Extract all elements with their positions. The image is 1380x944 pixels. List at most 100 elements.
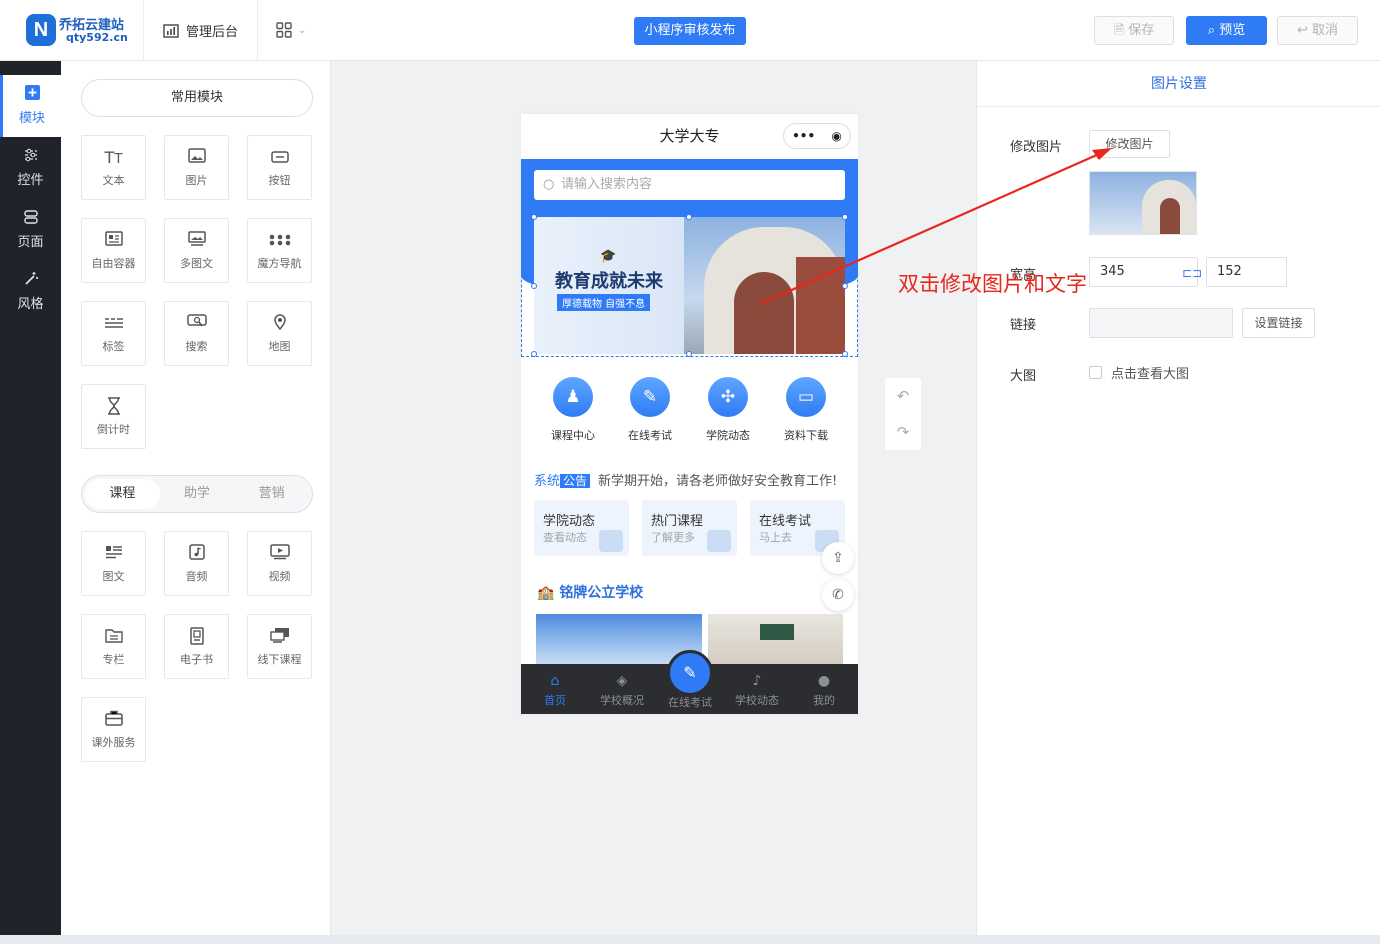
phone-call-button[interactable]: ✆ [822, 579, 854, 611]
module-label: 线下课程 [257, 653, 302, 666]
top-bar: N 乔拓云建站 qty592.cn 管理后台 ⌄ 小程序审核发布 🗎 保存 ⌕ … [0, 0, 1380, 61]
search-input[interactable]: ○ 请输入搜索内容 [534, 170, 845, 200]
shortcut-downloads[interactable]: ▭ 资料下载 [776, 377, 836, 443]
module-ebook[interactable]: 电子书 [164, 614, 229, 679]
module-tag[interactable]: 标签 [81, 301, 146, 366]
resize-handle[interactable] [842, 351, 848, 357]
module-extra-service[interactable]: 课外服务 [81, 697, 146, 762]
bell-icon: ♪ [752, 673, 762, 689]
tab-marketing[interactable]: 营销 [234, 479, 309, 509]
module-panel: 常用模块 TT 文本 图片 按钮 自由容器 多图文 魔方导航 标签 搜索 地图 倒… [61, 61, 331, 935]
tabbar-label: 在线考试 [668, 696, 712, 709]
home-icon: ⌂ [550, 673, 560, 689]
shortcut-online-exam[interactable]: ✎ 在线考试 [620, 377, 680, 443]
module-container[interactable]: 自由容器 [81, 218, 146, 283]
tabbar-mine[interactable]: ● 我的 [794, 672, 854, 708]
user-icon: ● [817, 673, 831, 689]
save-button[interactable]: 🗎 保存 [1094, 16, 1174, 45]
module-image[interactable]: 图片 [164, 135, 229, 200]
module-countdown[interactable]: 倒计时 [81, 384, 146, 449]
nav-item-modules[interactable]: 模块 [0, 75, 61, 137]
tabbar-online-exam[interactable]: 在线考试 [660, 694, 720, 710]
notice-tag: 公告 [560, 474, 591, 488]
search-placeholder: 请输入搜索内容 [561, 177, 653, 192]
module-button[interactable]: 按钮 [247, 135, 312, 200]
module-video[interactable]: 视频 [247, 531, 312, 596]
selection-outline [521, 215, 858, 357]
undo-icon: ↩ [1296, 23, 1312, 38]
nav-item-pages[interactable]: 页面 [0, 199, 61, 261]
admin-link[interactable]: 管理后台 [163, 21, 238, 40]
resize-handle[interactable] [842, 214, 848, 220]
nav-item-style[interactable]: 风格 [0, 261, 61, 323]
resize-handle[interactable] [842, 283, 848, 289]
resize-handle[interactable] [531, 214, 537, 220]
column-icon [82, 627, 145, 647]
resize-handle[interactable] [531, 283, 537, 289]
link-ratio-icon[interactable]: ⊏⊐ [1182, 266, 1202, 280]
app-logo[interactable]: N 乔拓云建站 qty592.cn [26, 12, 136, 48]
tag-icon [82, 314, 145, 334]
divider [143, 0, 144, 60]
search-box-icon [165, 314, 228, 334]
common-modules-header[interactable]: 常用模块 [81, 79, 313, 117]
blackboard [760, 624, 794, 640]
preview-button[interactable]: ⌕ 预览 [1186, 16, 1267, 45]
hourglass-icon [82, 397, 145, 417]
tabbar-school-news[interactable]: ♪ 学校动态 [727, 672, 787, 708]
module-column[interactable]: 专栏 [81, 614, 146, 679]
miniapp-capsule[interactable]: ••• ◉ [783, 123, 851, 149]
redo-button[interactable]: ↷ [885, 414, 921, 450]
card-sub: 了解更多 [651, 531, 695, 544]
book-illustration [707, 530, 731, 552]
shortcut-label: 资料下载 [784, 429, 828, 442]
editor-canvas: 大学大专 ••• ◉ ○ 请输入搜索内容 🎓 教育成就未来 厚德载物 自强不息 … [332, 61, 976, 935]
tab-study-aid[interactable]: 助学 [160, 479, 235, 509]
undo-button[interactable]: ↶ [885, 378, 921, 414]
module-text[interactable]: TT 文本 [81, 135, 146, 200]
thumb-arch [1160, 198, 1180, 234]
module-multi-image[interactable]: 多图文 [164, 218, 229, 283]
logo-mark: N [26, 14, 56, 46]
big-image-checkbox[interactable] [1089, 366, 1102, 379]
card-college-news[interactable]: 学院动态 查看动态 [534, 500, 629, 556]
resize-handle[interactable] [686, 214, 692, 220]
tabbar-home[interactable]: ⌂ 首页 [525, 672, 585, 708]
module-article[interactable]: 图文 [81, 531, 146, 596]
apps-menu[interactable]: ⌄ [276, 22, 306, 38]
module-map[interactable]: 地图 [247, 301, 312, 366]
notice-bar[interactable]: 系统 公告 新学期开始，请各老师做好安全教育工作! [534, 470, 837, 489]
big-image-checkbox-label[interactable]: 点击查看大图 [1111, 363, 1189, 382]
nav-item-controls[interactable]: 控件 [0, 137, 61, 199]
tabbar-school-overview[interactable]: ◈ 学校概况 [592, 672, 652, 708]
tab-course[interactable]: 课程 [85, 479, 160, 509]
panel-title: 图片设置 [977, 61, 1380, 107]
module-audio[interactable]: 音频 [164, 531, 229, 596]
image-thumbnail[interactable] [1089, 171, 1197, 235]
link-input[interactable] [1089, 308, 1233, 338]
pinwheel-icon: ✣ [708, 377, 748, 417]
bottom-tabbar: ⌂ 首页 ◈ 学校概况 ✎ 在线考试 ♪ 学校动态 ● 我的 [521, 650, 858, 714]
phone-icon: ✆ [832, 587, 844, 603]
module-label: 图文 [102, 570, 125, 583]
height-input[interactable]: 152 [1206, 257, 1287, 287]
module-magic-nav[interactable]: 魔方导航 [247, 218, 312, 283]
nav-label: 风格 [17, 297, 44, 312]
resize-handle[interactable] [686, 351, 692, 357]
ebook-icon [165, 627, 228, 647]
module-search[interactable]: 搜索 [164, 301, 229, 366]
search-icon: ⌕ [1207, 23, 1220, 38]
set-link-button[interactable]: 设置链接 [1242, 308, 1315, 338]
shortcut-college-news[interactable]: ✣ 学院动态 [698, 377, 758, 443]
publish-button[interactable]: 小程序审核发布 [634, 17, 746, 45]
resize-handle[interactable] [531, 351, 537, 357]
share-button[interactable]: ⇪ [822, 542, 854, 574]
shortcut-course-center[interactable]: ♟ 课程中心 [543, 377, 603, 443]
card-hot-courses[interactable]: 热门课程 了解更多 [642, 500, 737, 556]
dashboard-icon [163, 23, 179, 38]
shortcut-label: 课程中心 [551, 429, 595, 442]
modify-image-button[interactable]: 修改图片 [1089, 130, 1170, 158]
cancel-button[interactable]: ↩ 取消 [1277, 16, 1358, 45]
exam-compass-icon[interactable]: ✎ [667, 650, 713, 696]
module-offline-course[interactable]: 线下课程 [247, 614, 312, 679]
